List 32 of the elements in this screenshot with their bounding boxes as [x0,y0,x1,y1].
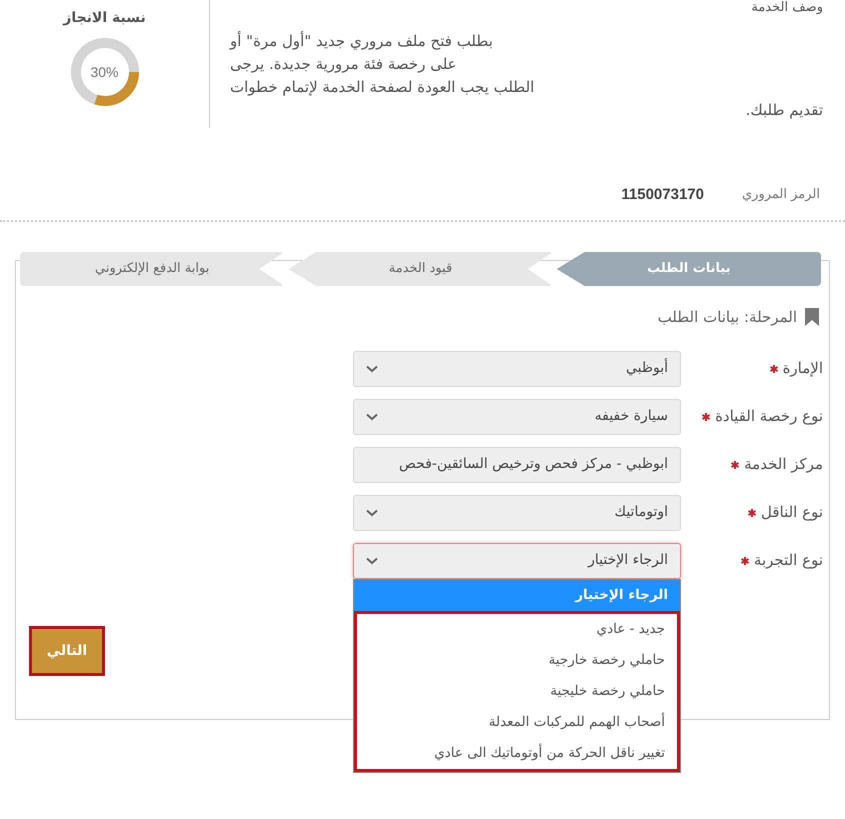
dropdown-option[interactable]: حاملي رخصة خارجية [357,644,677,676]
description-text: تقديم طلبك. [746,101,823,119]
chevron-down-icon [366,364,378,372]
dropdown-option[interactable]: تغيير ناقل الحركة من أوتوماتيك الى عادي [357,738,677,768]
dropdown-option[interactable]: حاملي رخصة خليجية [357,676,677,706]
field-label: الإمارة [782,359,823,378]
progress-title: نسبة الانجاز [62,9,147,28]
select-field[interactable]: سيارة خفيفه [353,398,681,434]
traffic-code-label: الرمز المروري [742,186,820,204]
chevron-down-icon [366,508,378,516]
select-field[interactable]: الرجاء الإختيار [353,542,681,578]
step-tab[interactable]: بوابة الدفع الإلكتروني [20,252,284,286]
field-label: نوع رخصة القيادة [715,407,823,426]
description-text: الطلب يجب العودة لصفحة الخدمة لإتمام خطوات [230,78,534,96]
dropdown-option[interactable]: جديد - عادي [357,614,677,644]
stage-label: المرحلة: بيانات الطلب [658,307,797,328]
select-field[interactable]: اوتوماتيك [353,494,681,530]
field-label: نوع الناقل [760,503,823,522]
field-label: نوع التجربة [754,551,823,570]
bookmark-icon [805,308,819,326]
field-label: مركز الخدمة [744,455,823,474]
traffic-code-value: 1150073170 [621,184,704,205]
input-field[interactable]: ابوظبي - مركز فحص وترخيص السائقين-فحص [353,446,681,482]
step-tab[interactable]: قيود الخدمة [288,252,553,286]
chevron-down-icon [366,412,378,420]
dropdown-option[interactable]: أصحاب الهمم للمركبات المعدلة [357,706,677,738]
chevron-down-icon [366,556,378,564]
description-text: على رخصة فئة مرورية جديدة. يرجى [230,55,457,73]
select-field[interactable]: أبوظبي [353,350,681,386]
description-title: وصف الخدمة [751,0,823,16]
description-text: بطلب فتح ملف مروري جديد "أول مرة" أو [230,32,493,50]
progress-reading: 30% [89,63,120,81]
